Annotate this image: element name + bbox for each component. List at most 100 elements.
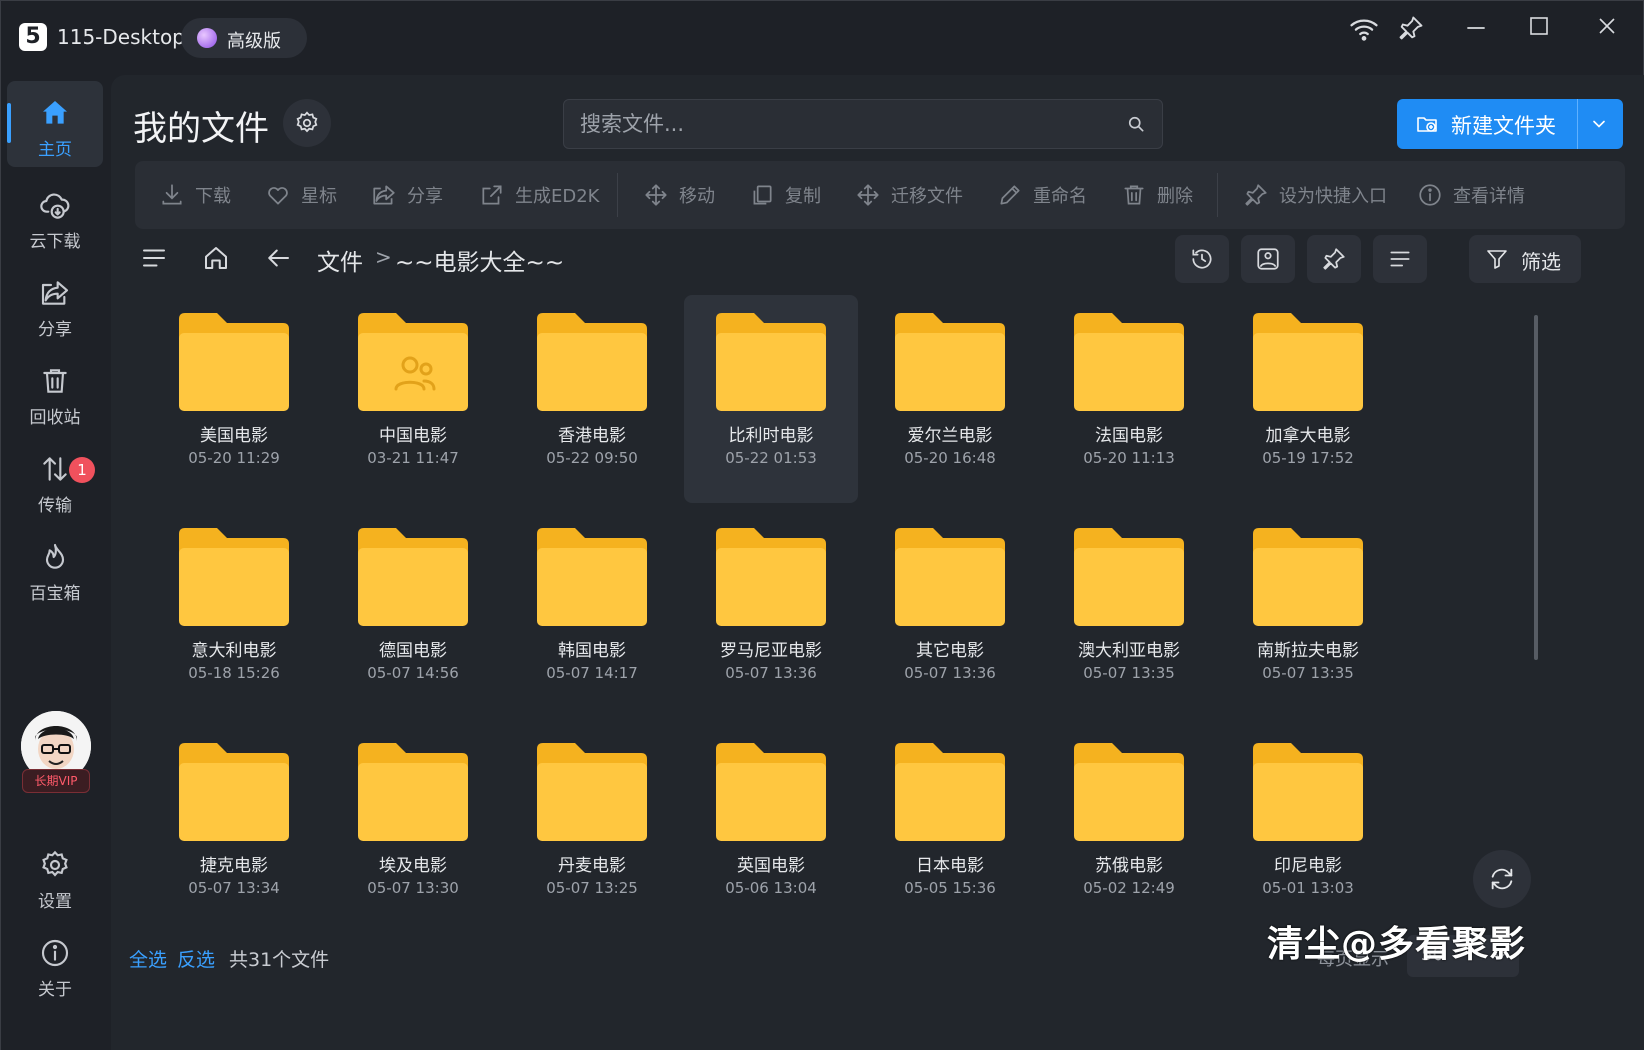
migrate-files-button[interactable]: 迁移文件 bbox=[855, 161, 963, 229]
folder-icon bbox=[358, 528, 468, 626]
chevron-down-icon[interactable] bbox=[1589, 114, 1609, 134]
delete-label: 删除 bbox=[1157, 186, 1193, 207]
folder-tile[interactable]: 印尼电影 05-01 13:03 bbox=[1221, 725, 1395, 933]
close-icon[interactable] bbox=[1595, 14, 1619, 38]
folder-tile[interactable]: 爱尔兰电影 05-20 16:48 bbox=[863, 295, 1037, 503]
pin-icon[interactable] bbox=[1397, 14, 1425, 42]
download-button[interactable]: 下载 bbox=[159, 161, 231, 229]
scrollbar[interactable] bbox=[1534, 315, 1538, 660]
copy-label: 复制 bbox=[785, 186, 821, 207]
sort-button[interactable] bbox=[1373, 235, 1427, 283]
folder-name: 其它电影 bbox=[916, 641, 984, 661]
folder-date: 05-19 17:52 bbox=[1262, 449, 1354, 467]
pin-icon bbox=[1245, 184, 1267, 206]
folder-name: 捷克电影 bbox=[200, 856, 268, 876]
folder-tile[interactable]: 埃及电影 05-07 13:30 bbox=[326, 725, 500, 933]
wifi-icon[interactable] bbox=[1349, 14, 1379, 44]
pin-button[interactable] bbox=[1307, 235, 1361, 283]
folder-tile[interactable]: 苏俄电影 05-02 12:49 bbox=[1042, 725, 1216, 933]
folder-tile[interactable]: 德国电影 05-07 14:56 bbox=[326, 510, 500, 718]
set-shortcut-button[interactable]: 设为快捷入口 bbox=[1243, 161, 1387, 229]
copy-button[interactable]: 复制 bbox=[749, 161, 821, 229]
folder-tile[interactable]: 澳大利亚电影 05-07 13:35 bbox=[1042, 510, 1216, 718]
folder-date: 05-07 13:35 bbox=[1083, 664, 1175, 682]
main-panel: 我的文件 新建文件夹 下载 bbox=[111, 75, 1644, 1050]
folder-tile[interactable]: 日本电影 05-05 15:36 bbox=[863, 725, 1037, 933]
folder-date: 05-22 01:53 bbox=[725, 449, 817, 467]
sidebar-item-cloud-download[interactable]: 云下载 bbox=[7, 173, 103, 259]
folder-date: 05-20 16:48 bbox=[904, 449, 996, 467]
folder-tile[interactable]: 美国电影 05-20 11:29 bbox=[147, 295, 321, 503]
toolbar-divider bbox=[1217, 173, 1218, 217]
folder-date: 05-07 13:30 bbox=[367, 879, 459, 897]
folder-tile[interactable]: 罗马尼亚电影 05-07 13:36 bbox=[684, 510, 858, 718]
folder-settings-button[interactable] bbox=[283, 99, 331, 147]
folder-tile[interactable]: 法国电影 05-20 11:13 bbox=[1042, 295, 1216, 503]
folder-date: 05-07 13:35 bbox=[1262, 664, 1354, 682]
move-button[interactable]: 移动 bbox=[643, 161, 715, 229]
folder-icon bbox=[537, 313, 647, 411]
app-title: 115-Desktop bbox=[57, 25, 185, 49]
maximize-icon[interactable] bbox=[1527, 14, 1551, 38]
history-button[interactable] bbox=[1175, 235, 1229, 283]
flame-icon bbox=[39, 541, 71, 573]
back-arrow-icon[interactable] bbox=[263, 243, 293, 273]
folder-tile[interactable]: 比利时电影 05-22 01:53 bbox=[684, 295, 858, 503]
breadcrumb-current[interactable]: ~~电影大全~~ bbox=[395, 243, 564, 277]
image-view-button[interactable] bbox=[1241, 235, 1295, 283]
edition-badge[interactable]: 高级版 bbox=[181, 18, 307, 58]
folder-tile[interactable]: 香港电影 05-22 09:50 bbox=[505, 295, 679, 503]
pin-icon bbox=[1323, 248, 1345, 270]
gear-icon bbox=[296, 111, 318, 133]
image-icon bbox=[1257, 248, 1279, 270]
folder-tile[interactable]: 英国电影 05-06 13:04 bbox=[684, 725, 858, 933]
sidebar-item-home[interactable]: 主页 bbox=[7, 81, 103, 167]
folder-tile[interactable]: 中国电影 03-21 11:47 bbox=[326, 295, 500, 503]
sidebar-item-settings[interactable]: 设置 bbox=[7, 833, 103, 919]
breadcrumb-root[interactable]: 文件 bbox=[317, 243, 363, 277]
sidebar-item-share[interactable]: 分享 bbox=[7, 261, 103, 347]
details-label: 查看详情 bbox=[1453, 186, 1525, 207]
invert-selection-link[interactable]: 反选 bbox=[177, 945, 215, 972]
home-icon[interactable] bbox=[201, 243, 231, 273]
folder-icon bbox=[537, 743, 647, 841]
folder-name: 苏俄电影 bbox=[1095, 856, 1163, 876]
app-logo-icon: 5 bbox=[19, 23, 47, 51]
external-link-icon bbox=[482, 185, 502, 205]
folder-tile[interactable]: 捷克电影 05-07 13:34 bbox=[147, 725, 321, 933]
sidebar-item-about[interactable]: 关于 bbox=[7, 921, 103, 1007]
generate-ed2k-button[interactable]: 生成ED2K bbox=[479, 161, 600, 229]
new-folder-button[interactable]: 新建文件夹 bbox=[1397, 99, 1623, 149]
filter-button[interactable]: 筛选 bbox=[1469, 235, 1581, 283]
sidebar-item-toolbox[interactable]: 百宝箱 bbox=[7, 525, 103, 611]
delete-button[interactable]: 删除 bbox=[1121, 161, 1193, 229]
menu-icon[interactable] bbox=[139, 243, 169, 273]
star-button[interactable]: 星标 bbox=[265, 161, 337, 229]
folder-tile[interactable]: 加拿大电影 05-19 17:52 bbox=[1221, 295, 1395, 503]
search-icon[interactable] bbox=[1126, 114, 1146, 134]
pencil-icon bbox=[1000, 185, 1020, 205]
refresh-icon bbox=[1491, 868, 1513, 890]
select-all-link[interactable]: 全选 bbox=[129, 945, 167, 972]
filter-icon bbox=[1487, 250, 1507, 269]
folder-name: 韩国电影 bbox=[558, 641, 626, 661]
refresh-button[interactable] bbox=[1473, 850, 1531, 908]
folder-tile[interactable]: 意大利电影 05-18 15:26 bbox=[147, 510, 321, 718]
copy-icon bbox=[753, 185, 772, 205]
rename-button[interactable]: 重命名 bbox=[997, 161, 1087, 229]
sidebar-item-label: 传输 bbox=[38, 496, 72, 516]
download-icon bbox=[162, 184, 182, 205]
share-button[interactable]: 分享 bbox=[371, 161, 443, 229]
folder-tile[interactable]: 南斯拉夫电影 05-07 13:35 bbox=[1221, 510, 1395, 718]
minimize-icon[interactable] bbox=[1463, 15, 1489, 41]
folder-tile[interactable]: 丹麦电影 05-07 13:25 bbox=[505, 725, 679, 933]
search-input[interactable] bbox=[580, 100, 1100, 148]
sidebar-item-recycle-bin[interactable]: 回收站 bbox=[7, 349, 103, 435]
transfer-icon bbox=[39, 453, 71, 485]
home-icon bbox=[39, 97, 71, 129]
app-window: 5 115-Desktop 高级版 主页 云下载 分享 回收站 传输 百宝箱 长… bbox=[0, 0, 1644, 1050]
folder-date: 05-02 12:49 bbox=[1083, 879, 1175, 897]
folder-tile[interactable]: 其它电影 05-07 13:36 bbox=[863, 510, 1037, 718]
folder-tile[interactable]: 韩国电影 05-07 14:17 bbox=[505, 510, 679, 718]
view-details-button[interactable]: 查看详情 bbox=[1417, 161, 1525, 229]
